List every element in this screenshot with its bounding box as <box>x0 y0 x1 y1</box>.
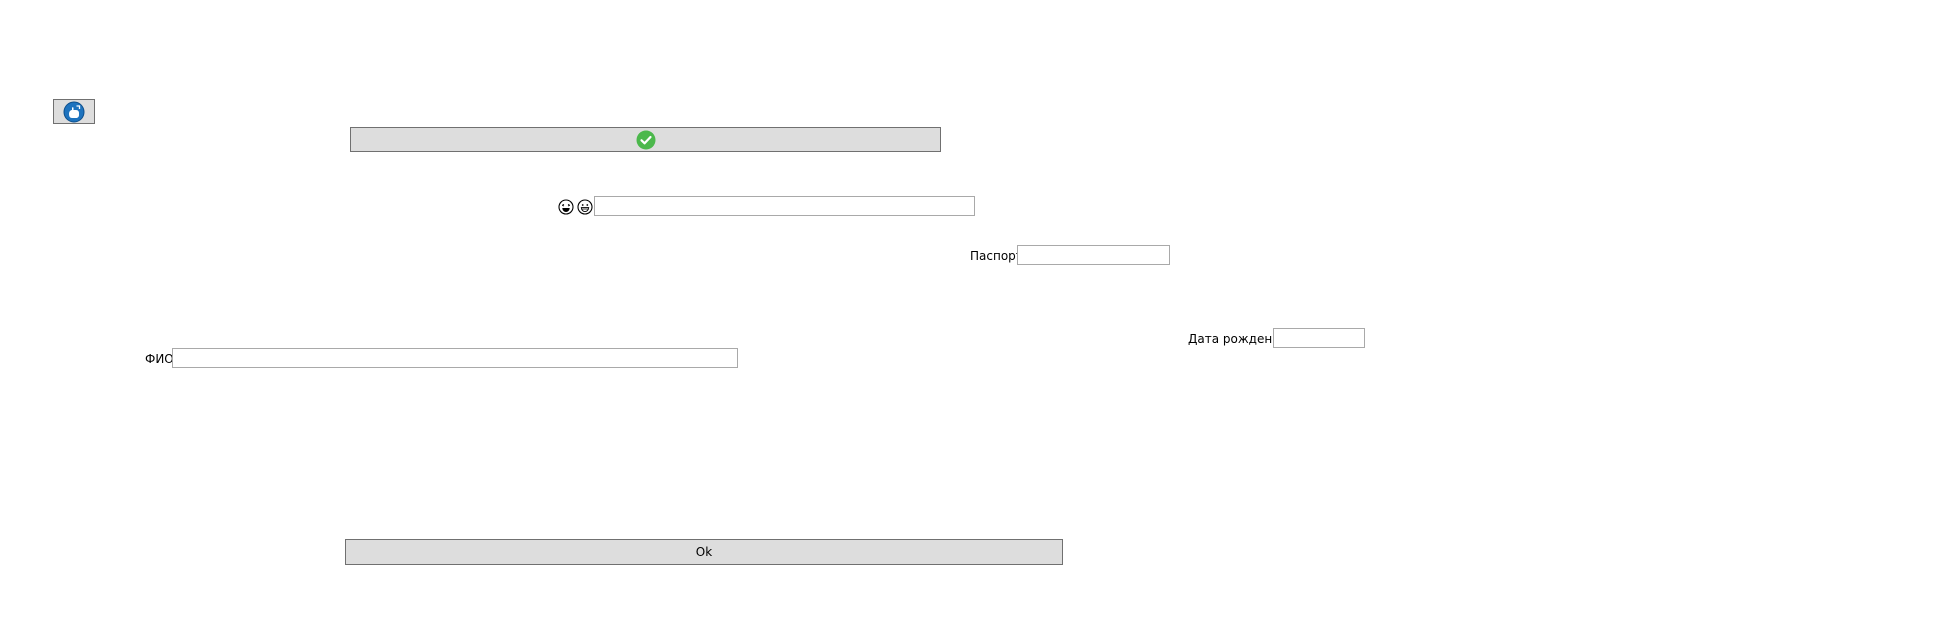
grinning-face-icon <box>577 199 593 215</box>
laughing-face-icon <box>558 199 574 215</box>
birth-date-field[interactable] <box>1273 328 1365 348</box>
passport-field[interactable] <box>1017 245 1170 265</box>
ok-button[interactable]: Ok <box>345 539 1063 565</box>
green-checkmark-icon <box>636 130 656 150</box>
hand-pointer-icon <box>63 101 85 123</box>
ok-button-label: Ok <box>695 545 713 559</box>
hand-icon-button[interactable] <box>53 99 95 124</box>
confirm-button[interactable] <box>350 127 941 152</box>
full-name-field[interactable] <box>172 348 738 368</box>
full-name-label: ФИО <box>145 352 174 366</box>
search-input[interactable] <box>594 196 975 216</box>
passport-label: Паспорт <box>970 249 1023 263</box>
